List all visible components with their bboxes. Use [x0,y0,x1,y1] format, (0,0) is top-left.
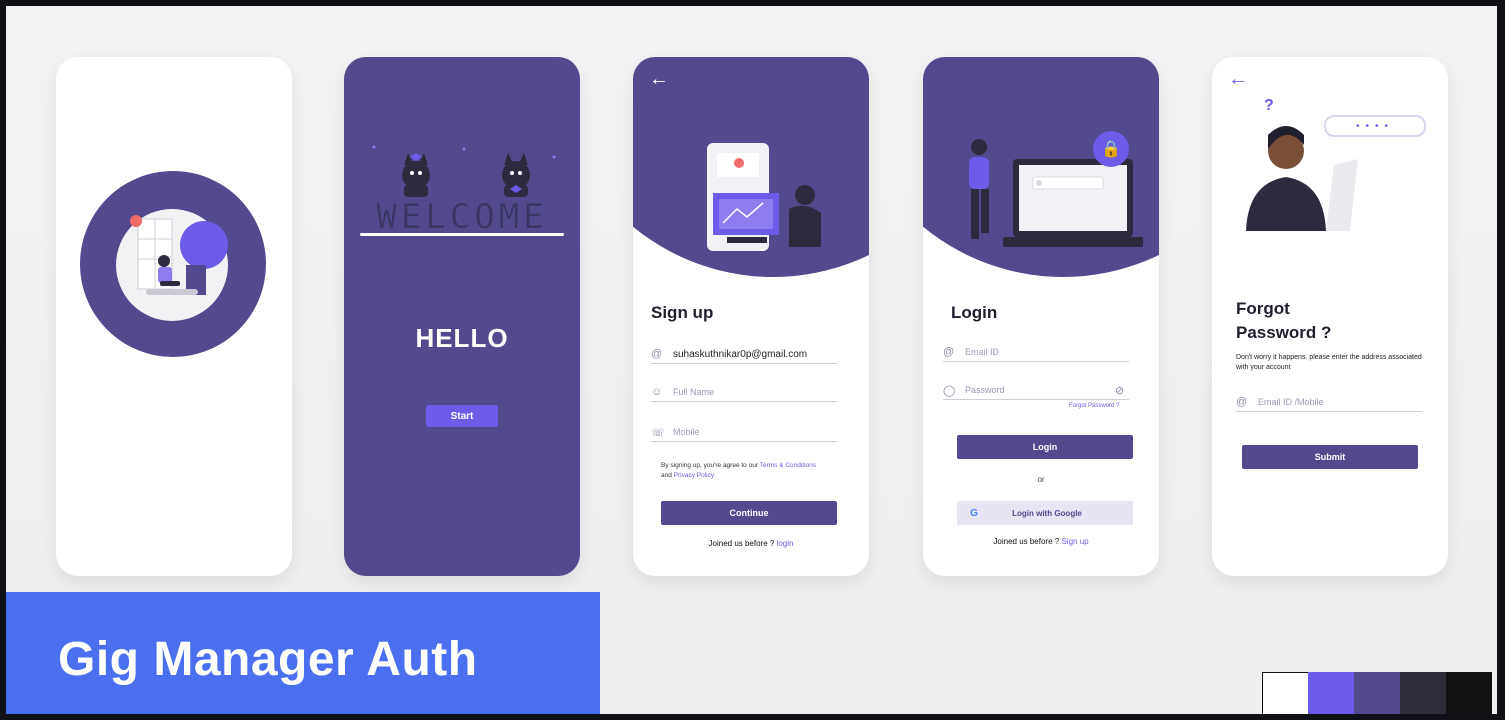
welcome-screen: WELCOME HELLO Start [344,57,580,576]
signup-screen: ← Sign up @ suhaskuthnikar0p@gmail.com ☺… [633,57,869,576]
palette-swatch-primary [1354,672,1400,714]
palette-swatch-accent [1308,672,1354,714]
lock-icon: 🔒 [1093,131,1129,167]
terms-prefix: By signing up, you're agree to our [661,462,758,469]
email-value: suhaskuthnikar0p@gmail.com [673,348,808,360]
forgot-email-placeholder: Email ID /Mobile [1258,397,1324,407]
google-login-button[interactable]: G Login with Google [957,501,1133,525]
splash-illustration [80,171,266,357]
signup-title: Sign up [651,303,714,322]
terms-and: and [661,472,672,479]
email-field[interactable]: @ suhaskuthnikar0p@gmail.com [651,345,837,364]
question-icon: ? [1264,97,1274,114]
joined-text: Joined us before ? [993,537,1060,546]
palette-swatch-black [1446,672,1492,714]
palette-swatch-dark [1400,672,1446,714]
forgot-title-line1: Forgot [1236,299,1290,318]
palette-swatch-white [1262,672,1310,714]
signup-link[interactable]: Sign up [1061,537,1088,546]
hello-heading: HELLO [415,323,509,353]
signup-bottom-text: Joined us before ? login [633,539,869,548]
splash-screen [56,57,292,576]
forgot-email-field[interactable]: @ Email ID /Mobile [1236,393,1422,412]
eye-off-icon[interactable]: ⊘ [1115,384,1129,397]
confused-person-illustration [1246,126,1358,231]
mobile-field[interactable]: ☏ Mobile [651,423,837,442]
google-login-label: Login with Google [1012,508,1082,518]
login-screen: 🔒 Login @ Email ID ◯ Password ⊘ Forgot P… [923,57,1159,576]
terms-text: By signing up, you're agree to our Terms… [661,461,847,481]
person-reading-illustration [130,215,228,295]
terms-link[interactable]: Terms & Conditions [760,462,816,469]
title-banner: Gig Manager Auth [6,592,600,714]
forgot-password-link[interactable]: Forgot Password ? [1069,403,1119,409]
login-button[interactable]: Login [957,435,1133,459]
lock-small-icon: ◯ [943,384,956,397]
joined-text: Joined us before ? [708,539,775,548]
google-icon: G [970,507,978,519]
at-icon: @ [1236,396,1248,408]
privacy-link[interactable]: Privacy Policy [674,472,714,479]
showcase-canvas: WELCOME HELLO Start ← Sign up @ suhaskut… [6,6,1497,714]
banner-title: Gig Manager Auth [58,633,478,686]
forgot-title: Forgot Password ? [1236,297,1331,345]
login-link[interactable]: login [777,539,794,548]
forgot-subtext: Don't worry it happens. please enter the… [1236,354,1422,371]
splash-inner-circle [116,209,228,321]
phone-icon: ☏ [651,426,665,439]
user-icon: ☺ [651,386,663,398]
start-button[interactable]: Start [426,405,498,427]
fullname-field[interactable]: ☺ Full Name [651,383,837,402]
welcome-illustration-text: WELCOME [376,197,548,237]
forgot-password-screen: ← ? •••• Forgot Password ? Don't worry i… [1212,57,1448,576]
desk-illustration [707,143,821,251]
at-icon: @ [943,346,955,358]
fullname-placeholder: Full Name [673,387,715,397]
arrow-left-icon[interactable]: ← [1228,67,1248,91]
password-field[interactable]: ◯ Password ⊘ [943,381,1129,400]
at-icon: @ [651,348,663,360]
password-placeholder: Password [965,385,1005,395]
welcome-floor-line [360,233,564,236]
login-email-placeholder: Email ID [965,347,1000,357]
or-separator: or [1037,475,1045,484]
submit-button[interactable]: Submit [1242,445,1418,469]
login-email-field[interactable]: @ Email ID [943,343,1129,362]
mobile-placeholder: Mobile [673,427,700,437]
login-title: Login [951,303,998,322]
forgot-title-line2: Password ? [1236,323,1332,342]
arrow-left-icon[interactable]: ← [649,67,669,91]
continue-button[interactable]: Continue [661,501,837,525]
login-bottom-text: Joined us before ? Sign up [923,537,1159,546]
